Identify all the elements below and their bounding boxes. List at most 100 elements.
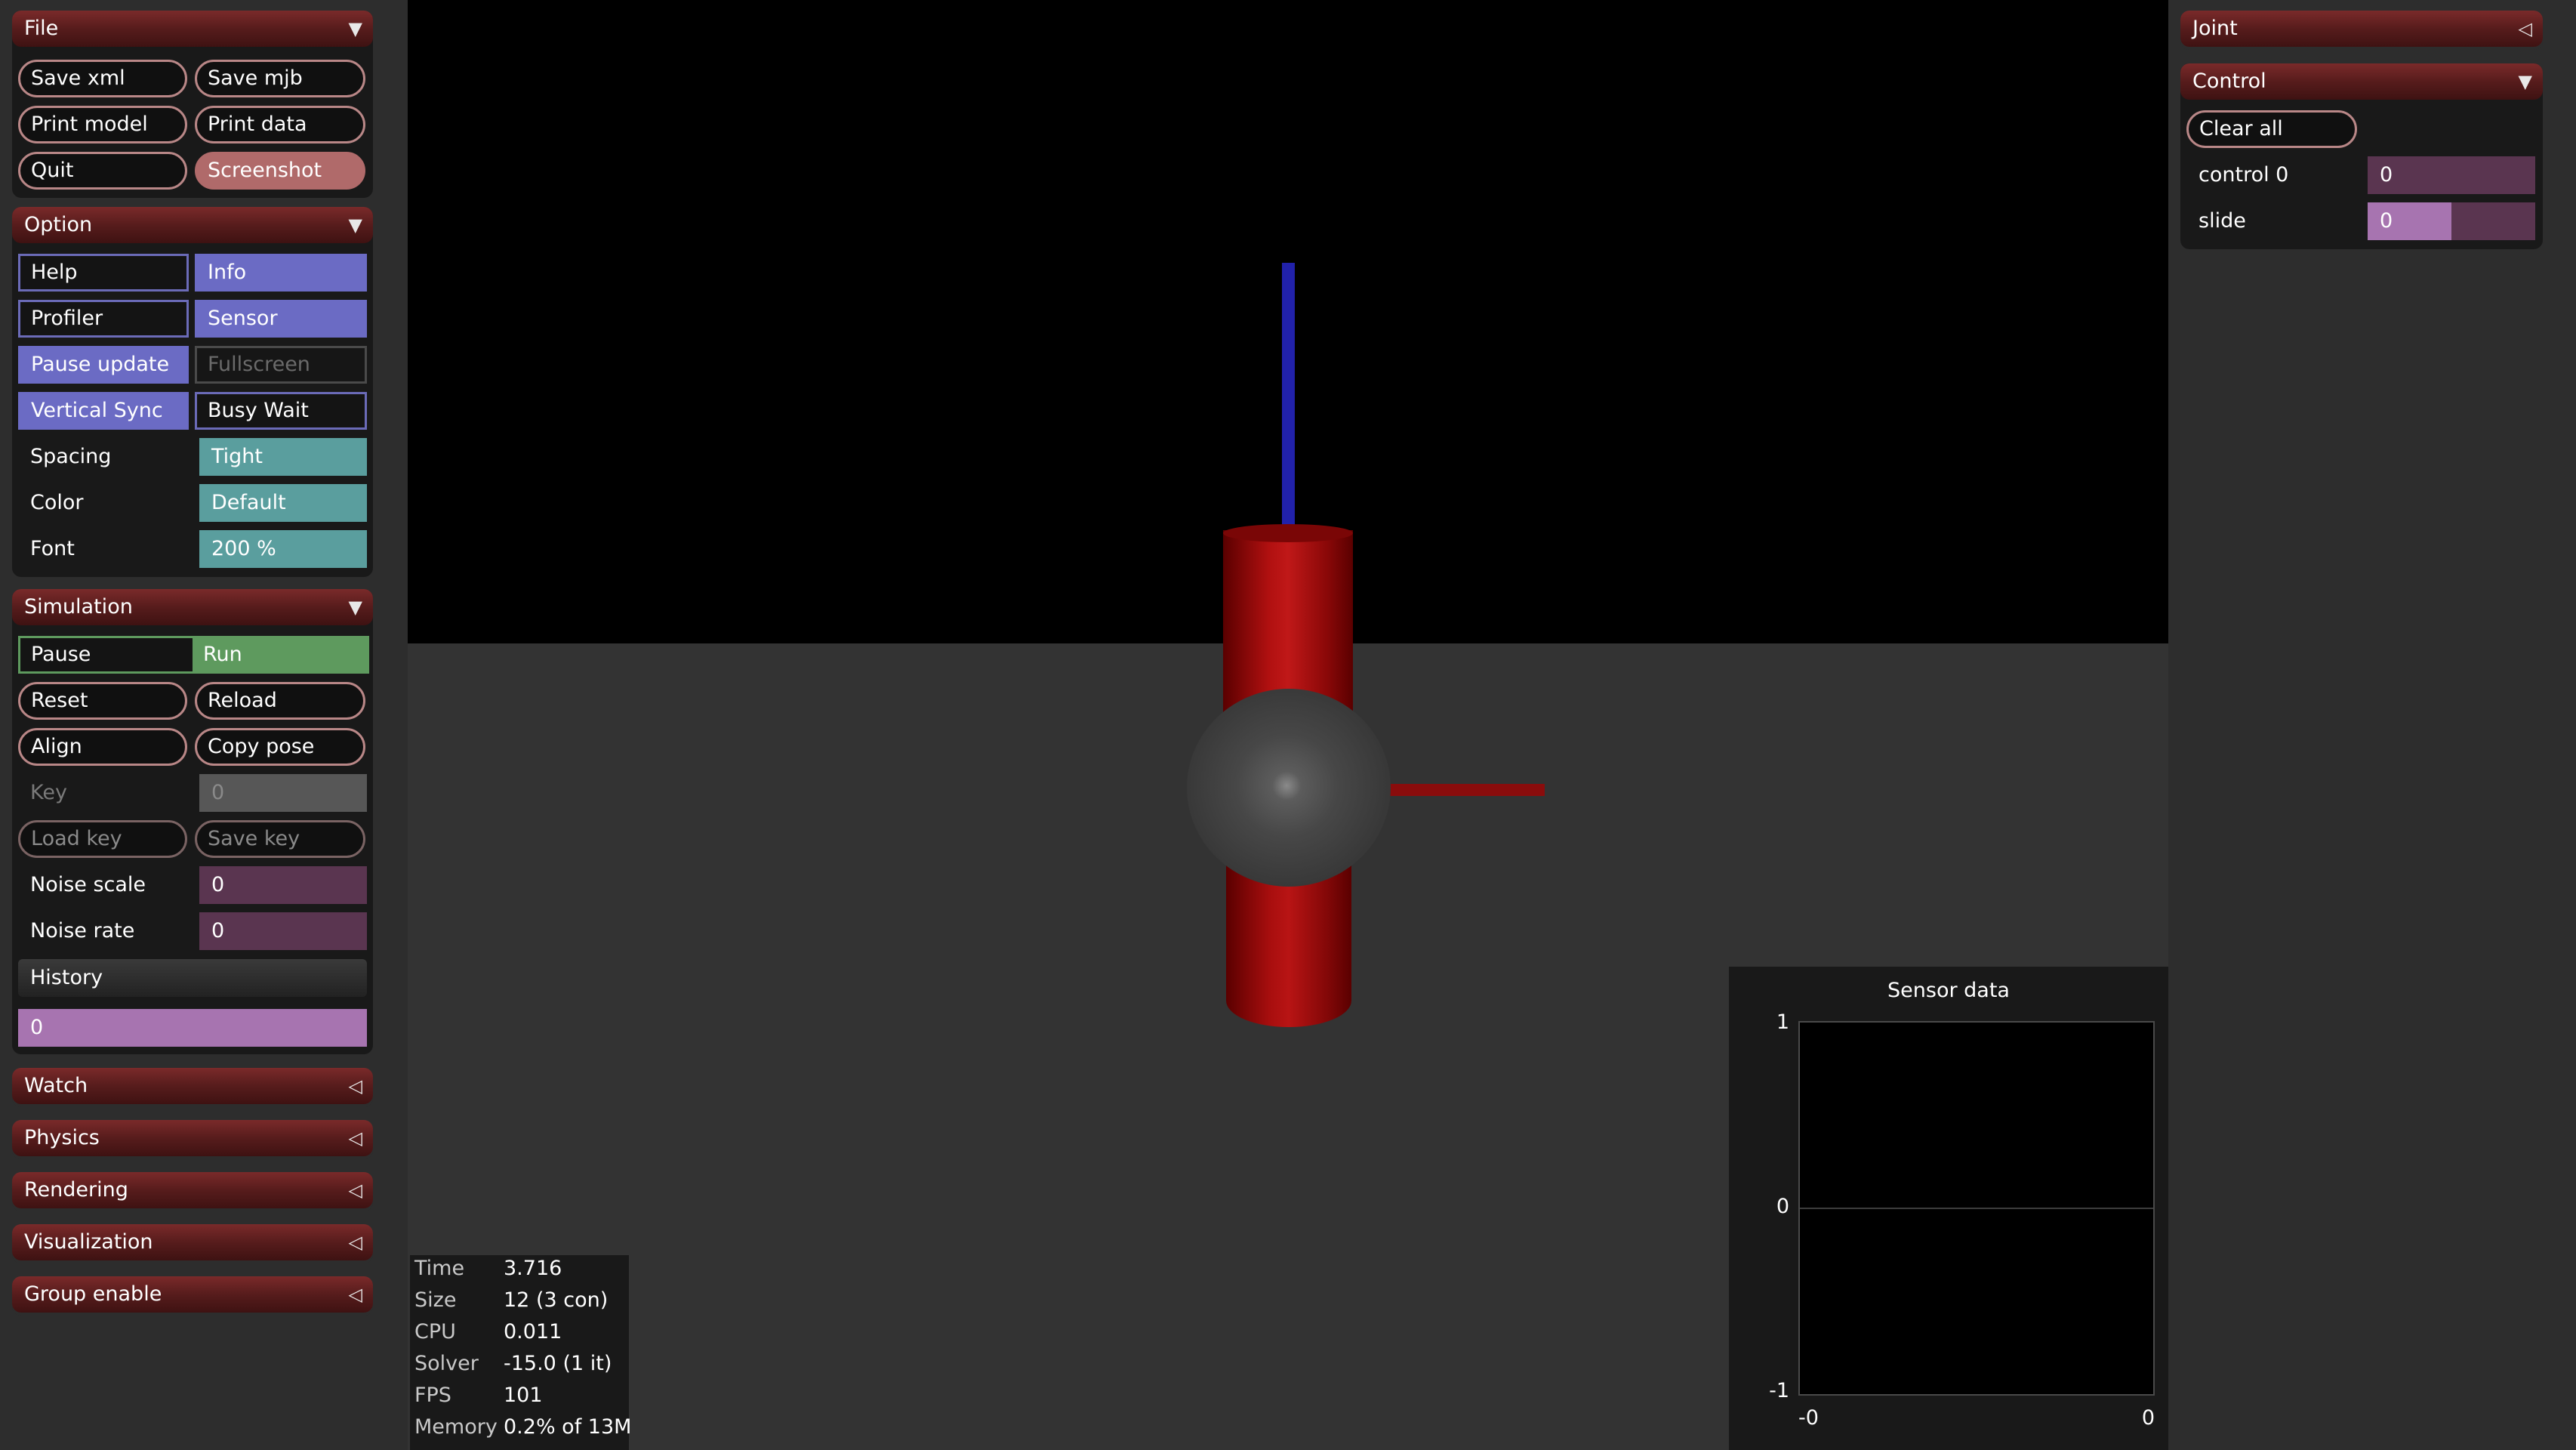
z-axis-line xyxy=(1282,263,1295,538)
noise-rate-label: Noise rate xyxy=(30,919,135,942)
key-slider[interactable]: 0 xyxy=(199,774,367,812)
physics-section-header[interactable]: Physics ◁ xyxy=(12,1120,373,1156)
reload-button[interactable]: Reload xyxy=(195,682,365,720)
sensor-y-tick-mid: 0 xyxy=(1776,1195,1789,1218)
simulation-section-title: Simulation xyxy=(24,595,133,619)
fps-value: 101 xyxy=(504,1384,543,1407)
sensor-toggle[interactable]: Sensor xyxy=(195,300,367,338)
control-section-header[interactable]: Control ▼ xyxy=(2180,63,2543,100)
color-select[interactable]: Default xyxy=(199,484,367,522)
history-slider[interactable]: 0 xyxy=(18,1009,367,1047)
visualization-section-header[interactable]: Visualization ◁ xyxy=(12,1224,373,1260)
pause-update-toggle[interactable]: Pause update xyxy=(18,346,189,384)
rendering-section-title: Rendering xyxy=(24,1178,128,1202)
expand-arrow-icon: ◁ xyxy=(2518,18,2532,39)
reset-button[interactable]: Reset xyxy=(18,682,187,720)
expand-arrow-icon: ◁ xyxy=(348,1180,362,1201)
file-section-header[interactable]: File ▼ xyxy=(12,11,373,47)
file-section: File ▼ Save xml Save mjb Print model Pri… xyxy=(12,11,373,198)
color-label: Color xyxy=(30,491,84,514)
cpu-label: CPU xyxy=(414,1320,456,1344)
group-enable-section-header[interactable]: Group enable ◁ xyxy=(12,1276,373,1313)
right-panel: Joint ◁ Control ▼ Clear all control 0 0 … xyxy=(2168,0,2576,1450)
size-value: 12 (3 con) xyxy=(504,1288,609,1312)
physics-section-title: Physics xyxy=(24,1126,100,1149)
spacing-select[interactable]: Tight xyxy=(199,438,367,476)
save-mjb-button[interactable]: Save mjb xyxy=(195,60,365,97)
group-enable-section: Group enable ◁ xyxy=(12,1276,373,1316)
slide-slider[interactable]: 0 xyxy=(2368,202,2535,240)
time-label: Time xyxy=(414,1257,465,1280)
slide-slider-value: 0 xyxy=(2380,209,2393,233)
pause-run-radio[interactable]: Pause Run xyxy=(18,636,369,674)
font-label: Font xyxy=(30,537,75,560)
stats-overlay: Time 3.716 Size 12 (3 con) CPU 0.011 Sol… xyxy=(410,1255,632,1450)
history-label: History xyxy=(30,966,103,989)
info-toggle[interactable]: Info xyxy=(195,254,367,292)
noise-rate-slider[interactable]: 0 xyxy=(199,912,367,950)
collapse-arrow-icon: ▼ xyxy=(348,597,362,618)
vertical-sync-toggle[interactable]: Vertical Sync xyxy=(18,392,189,430)
option-section-title: Option xyxy=(24,213,93,236)
solver-label: Solver xyxy=(414,1352,479,1375)
sphere xyxy=(1187,689,1391,887)
print-data-button[interactable]: Print data xyxy=(195,106,365,143)
option-section: Option ▼ Help Info Profiler Sensor Pause… xyxy=(12,207,373,577)
print-model-button[interactable]: Print model xyxy=(18,106,187,143)
load-key-button[interactable]: Load key xyxy=(18,820,187,858)
time-value: 3.716 xyxy=(504,1257,562,1280)
memory-value: 0.2% of 13M xyxy=(504,1415,632,1439)
run-option[interactable]: Run xyxy=(193,636,369,674)
size-label: Size xyxy=(414,1288,457,1312)
pause-option[interactable]: Pause xyxy=(20,638,191,671)
noise-scale-label: Noise scale xyxy=(30,873,146,896)
group-enable-section-title: Group enable xyxy=(24,1282,162,1306)
expand-arrow-icon: ◁ xyxy=(348,1128,362,1149)
help-toggle[interactable]: Help xyxy=(18,254,189,292)
joint-section: Joint ◁ xyxy=(2180,11,2543,50)
sensor-data-panel: Sensor data 1 0 -1 -0 0 xyxy=(1729,967,2168,1450)
watch-section-header[interactable]: Watch ◁ xyxy=(12,1068,373,1104)
collapse-arrow-icon: ▼ xyxy=(2518,71,2532,92)
spacing-label: Spacing xyxy=(30,445,112,468)
expand-arrow-icon: ◁ xyxy=(348,1232,362,1253)
collapse-arrow-icon: ▼ xyxy=(348,18,362,39)
rendering-section-header[interactable]: Rendering ◁ xyxy=(12,1172,373,1208)
file-section-title: File xyxy=(24,17,59,40)
key-label: Key xyxy=(30,781,67,804)
sensor-x-tick-right: 0 xyxy=(2141,1406,2155,1430)
quit-button[interactable]: Quit xyxy=(18,152,187,190)
copy-pose-button[interactable]: Copy pose xyxy=(195,728,365,766)
simulation-section-header[interactable]: Simulation ▼ xyxy=(12,589,373,625)
control0-slider[interactable]: 0 xyxy=(2368,156,2535,194)
screenshot-button[interactable]: Screenshot xyxy=(195,152,365,190)
profiler-toggle[interactable]: Profiler xyxy=(18,300,189,338)
sensor-y-tick-bottom: -1 xyxy=(1769,1379,1789,1402)
joint-section-header[interactable]: Joint ◁ xyxy=(2180,11,2543,47)
watch-section-title: Watch xyxy=(24,1074,88,1097)
sensor-plot-title: Sensor data xyxy=(1887,979,2010,1002)
slide-label: slide xyxy=(2199,209,2246,233)
upper-cylinder-cap xyxy=(1223,524,1353,542)
left-panel: File ▼ Save xml Save mjb Print model Pri… xyxy=(0,0,377,1450)
fullscreen-toggle[interactable]: Fullscreen xyxy=(195,346,367,384)
save-xml-button[interactable]: Save xml xyxy=(18,60,187,97)
align-button[interactable]: Align xyxy=(18,728,187,766)
watch-section: Watch ◁ xyxy=(12,1068,373,1107)
joint-section-title: Joint xyxy=(2192,17,2238,40)
busy-wait-toggle[interactable]: Busy Wait xyxy=(195,392,367,430)
physics-section: Physics ◁ xyxy=(12,1120,373,1159)
history-header: History xyxy=(18,959,367,997)
sensor-zero-line xyxy=(1800,1208,2153,1209)
font-select[interactable]: 200 % xyxy=(199,530,367,568)
viewport-3d[interactable]: Time 3.716 Size 12 (3 con) CPU 0.011 Sol… xyxy=(408,0,2168,1450)
option-section-header[interactable]: Option ▼ xyxy=(12,207,373,243)
collapse-arrow-icon: ▼ xyxy=(348,214,362,236)
clear-all-button[interactable]: Clear all xyxy=(2186,110,2357,148)
control-section: Control ▼ Clear all control 0 0 slide 0 xyxy=(2180,63,2543,249)
x-axis-line xyxy=(1389,784,1545,796)
solver-value: -15.0 (1 it) xyxy=(504,1352,612,1375)
save-key-button[interactable]: Save key xyxy=(195,820,365,858)
noise-scale-slider[interactable]: 0 xyxy=(199,866,367,904)
control-section-title: Control xyxy=(2192,69,2266,93)
